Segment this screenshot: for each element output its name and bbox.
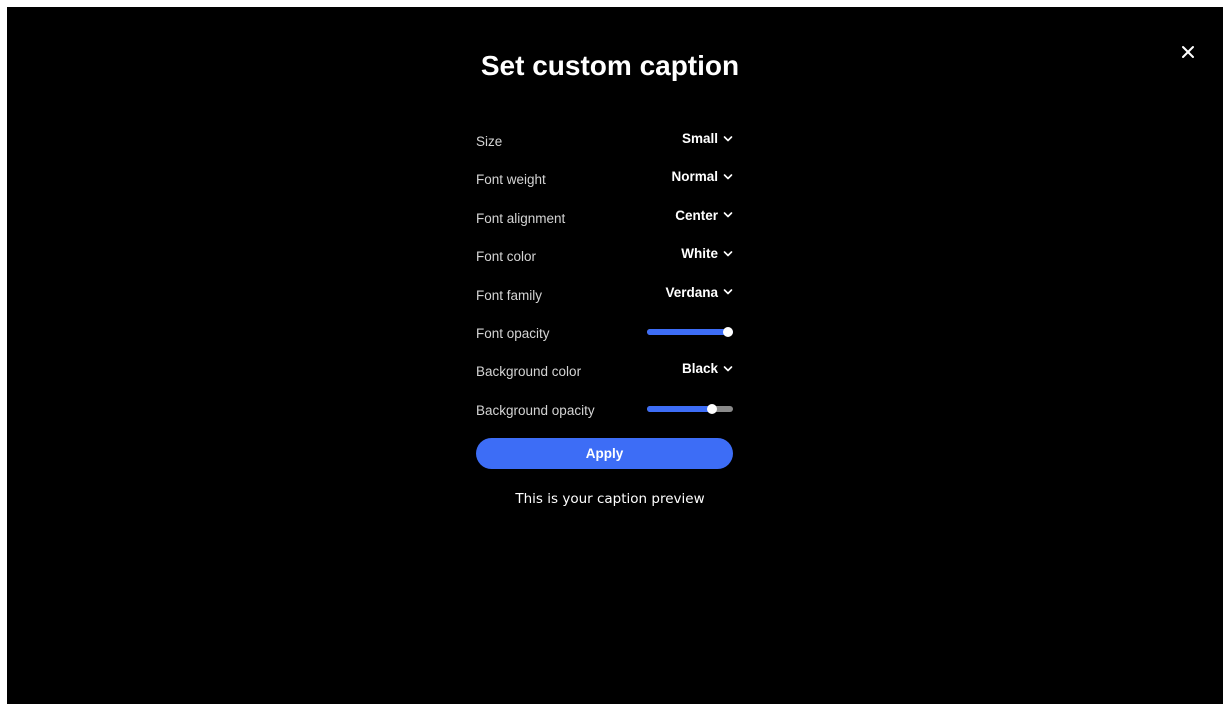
setting-row-background-opacity: Background opacity: [476, 390, 733, 428]
slider-thumb[interactable]: [723, 326, 733, 337]
chevron-down-icon: [723, 289, 733, 295]
font-weight-label: Font weight: [476, 172, 546, 188]
font-alignment-value: Center: [675, 207, 718, 223]
font-color-dropdown[interactable]: White: [681, 246, 733, 261]
chevron-down-icon: [723, 174, 733, 180]
background-color-dropdown[interactable]: Black: [682, 361, 733, 376]
slider-fill: [647, 328, 733, 335]
dialog-title: Set custom caption: [480, 50, 740, 81]
caption-settings-dialog: Set custom caption Size Small Font weigh…: [7, 7, 1223, 704]
font-family-dropdown[interactable]: Verdana: [665, 285, 733, 300]
setting-row-font-color: Font color White: [476, 236, 733, 274]
font-family-label: Font family: [476, 287, 543, 303]
font-alignment-label: Font alignment: [476, 210, 566, 226]
font-color-label: Font color: [476, 249, 537, 265]
size-dropdown[interactable]: Small: [682, 131, 733, 146]
font-weight-dropdown[interactable]: Normal: [671, 169, 733, 184]
background-opacity-slider[interactable]: [647, 403, 733, 414]
chevron-down-icon: [723, 135, 733, 141]
font-weight-value: Normal: [671, 169, 718, 185]
chevron-down-icon: [723, 366, 733, 372]
font-opacity-label: Font opacity: [476, 325, 550, 341]
caption-settings-list: Size Small Font weight Normal Font align…: [476, 121, 733, 428]
apply-button[interactable]: Apply: [476, 438, 733, 469]
font-alignment-dropdown[interactable]: Center: [675, 208, 733, 223]
setting-row-font-alignment: Font alignment Center: [476, 198, 733, 236]
font-opacity-slider[interactable]: [647, 326, 733, 337]
setting-row-background-color: Background color Black: [476, 351, 733, 389]
setting-row-size: Size Small: [476, 121, 733, 159]
size-label: Size: [476, 134, 503, 149]
background-color-value: Black: [681, 361, 718, 377]
caption-preview: This is your caption preview: [515, 491, 705, 507]
slider-fill: [647, 405, 712, 412]
chevron-down-icon: [723, 250, 733, 256]
setting-row-font-opacity: Font opacity: [476, 313, 733, 351]
size-value: Small: [681, 131, 718, 146]
background-color-label: Background color: [476, 364, 582, 380]
setting-row-font-family: Font family Verdana: [476, 275, 733, 313]
chevron-down-icon: [723, 212, 733, 218]
slider-thumb[interactable]: [706, 403, 717, 414]
font-family-value: Verdana: [665, 284, 718, 300]
setting-row-font-weight: Font weight Normal: [476, 159, 733, 197]
background-opacity-label: Background opacity: [476, 402, 595, 418]
font-color-value: White: [681, 246, 718, 262]
